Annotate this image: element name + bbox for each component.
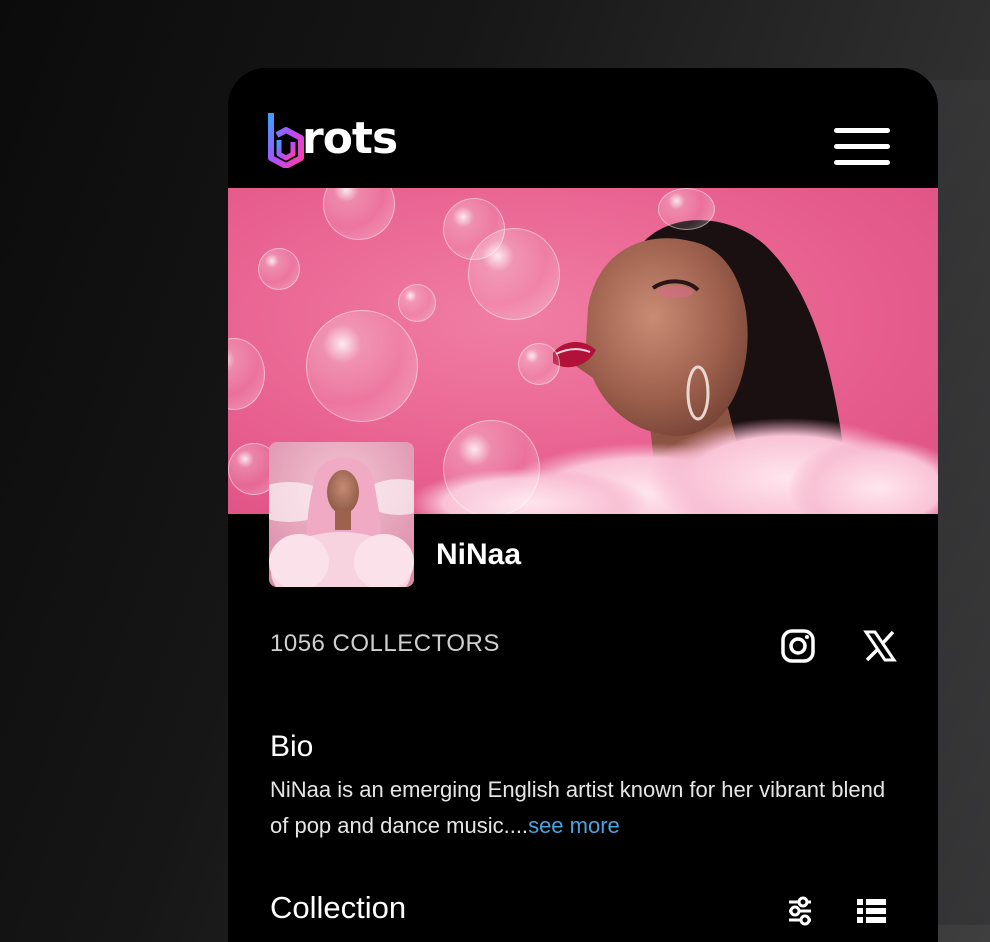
bio-text: NiNaa is an emerging English artist know… bbox=[270, 772, 890, 844]
instagram-icon[interactable] bbox=[778, 626, 818, 666]
brots-logo-mark-icon bbox=[268, 113, 304, 168]
bubble bbox=[398, 284, 436, 322]
avatar-image bbox=[269, 442, 414, 587]
hamburger-menu-icon[interactable] bbox=[834, 128, 890, 168]
top-bar: rots bbox=[228, 68, 938, 188]
bubble bbox=[658, 188, 715, 230]
bubble bbox=[468, 228, 560, 320]
bubble bbox=[306, 310, 418, 422]
x-twitter-icon[interactable] bbox=[860, 626, 900, 666]
screen: rots NiNaa 1056 COLLECTORS Bio NiNaa is … bbox=[0, 0, 990, 942]
bio-heading: Bio bbox=[270, 730, 314, 763]
bubble bbox=[518, 343, 560, 385]
list-view-icon[interactable] bbox=[854, 894, 888, 928]
see-more-link[interactable]: see more bbox=[528, 813, 620, 838]
collection-heading: Collection bbox=[270, 890, 407, 925]
mobile-frame: rots NiNaa 1056 COLLECTORS Bio NiNaa is … bbox=[228, 68, 938, 942]
bubble bbox=[443, 420, 540, 514]
filter-sliders-icon[interactable] bbox=[783, 894, 817, 928]
collectors-count: 1056 COLLECTORS bbox=[270, 630, 500, 657]
artist-avatar[interactable] bbox=[269, 442, 414, 587]
logo-wordmark: rots bbox=[302, 113, 398, 164]
artist-name: NiNaa bbox=[436, 538, 522, 571]
bubble bbox=[258, 248, 300, 290]
brots-logo[interactable]: rots bbox=[266, 110, 398, 170]
